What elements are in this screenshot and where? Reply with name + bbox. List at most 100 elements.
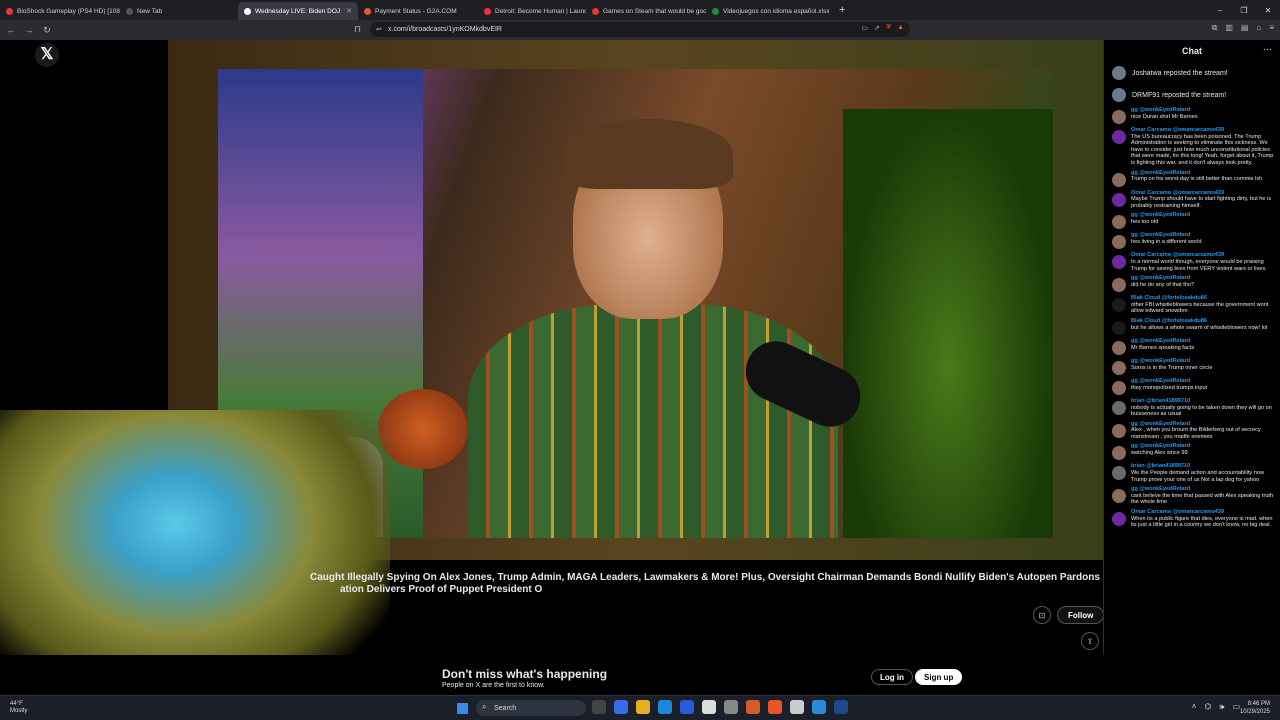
message-author[interactable]: gg @wonkEyedRetard: [1131, 358, 1212, 365]
extensions-icon[interactable]: ⧉: [1212, 23, 1218, 33]
browser-tab[interactable]: New Tab: [120, 2, 238, 20]
tab-favicon-icon: [6, 7, 13, 15]
avatar[interactable]: [1112, 88, 1126, 102]
message-author[interactable]: Omar Carcamo @omarcarcamo439: [1131, 252, 1276, 259]
message-author[interactable]: Omar Carcamo @omarcarcamo439: [1131, 127, 1276, 134]
browser-tab[interactable]: Videojuegos con idioma español.xlsx: [706, 2, 831, 20]
avatar[interactable]: [1112, 130, 1126, 144]
avatar[interactable]: [1112, 423, 1126, 438]
reload-icon[interactable]: ↻: [40, 25, 54, 36]
avatar[interactable]: [1112, 512, 1126, 527]
x-logo-icon[interactable]: 𝕏: [35, 43, 59, 67]
message-author[interactable]: gg @wonkEyedRetard: [1131, 212, 1190, 219]
message-body: gg @wonkEyedRetard Alex , when you brount…: [1131, 421, 1276, 441]
avatar[interactable]: [1112, 466, 1126, 481]
avatar[interactable]: [1112, 215, 1126, 230]
settings-icon[interactable]: [724, 700, 738, 714]
message-author[interactable]: gg @wonkEyedRetard: [1131, 275, 1194, 282]
message-author[interactable]: Omar Carcamo @omarcarcamo439: [1131, 190, 1276, 197]
calendar-icon[interactable]: [702, 700, 716, 714]
share-icon[interactable]: ⇗: [874, 24, 880, 32]
sidebar-icon[interactable]: ▥: [1225, 23, 1233, 33]
avatar[interactable]: [1112, 192, 1126, 207]
message-body: gg @wonkEyedRetard Mr Barnes speaking fac…: [1131, 338, 1194, 355]
chat-message: Omar Carcamo @omarcarcamo439 When its a p…: [1104, 508, 1280, 531]
forward-icon[interactable]: →: [22, 25, 36, 35]
avatar[interactable]: [1112, 380, 1126, 395]
steam-icon[interactable]: [834, 700, 848, 714]
message-text: Soros is in the Trump inner circle: [1131, 364, 1213, 371]
browser-tab[interactable]: Games on Steam that would be goo...: [586, 2, 706, 20]
message-author[interactable]: brian @brian41899710: [1131, 398, 1276, 405]
file-explorer-icon[interactable]: [636, 700, 650, 714]
avatar[interactable]: [1112, 110, 1126, 124]
avatar[interactable]: [1112, 320, 1126, 335]
message-author[interactable]: Blak Cloud @fortelosakdu86: [1131, 295, 1276, 302]
url-field[interactable]: ⇌ x.com/i/broadcasts/1ynKOMkdbvEIR ▭ ⇗ ⛨…: [370, 22, 910, 37]
browser-tab[interactable]: BioShock Gameplay (PS4 HD) [1080p...: [0, 2, 120, 20]
avatar[interactable]: [1112, 340, 1126, 355]
app-icon[interactable]: [746, 700, 760, 714]
avatar[interactable]: [1112, 446, 1126, 461]
task-view-icon[interactable]: [592, 700, 606, 714]
obs-icon[interactable]: [790, 700, 804, 714]
edge-icon[interactable]: [658, 700, 672, 714]
avatar[interactable]: [1112, 255, 1126, 270]
screen-icon[interactable]: ▭: [861, 24, 868, 32]
site-info-icon[interactable]: ⇌: [376, 25, 382, 33]
notifications-icon[interactable]: ⊡: [1033, 606, 1051, 624]
avatar[interactable]: [1112, 400, 1126, 415]
vpn-icon[interactable]: ⌂: [1256, 23, 1261, 33]
brave-icon[interactable]: [768, 700, 782, 714]
bookmark-icon[interactable]: ⊓: [354, 24, 361, 35]
message-author[interactable]: brian @brian41899710: [1131, 463, 1276, 470]
browser-tab[interactable]: Detroit: Become Human | Launch Tr...: [478, 2, 586, 20]
tab-label: Games on Steam that would be goo...: [603, 7, 706, 15]
menu-icon[interactable]: ≡: [1269, 23, 1274, 33]
login-button[interactable]: Log in: [871, 669, 913, 685]
weather-widget[interactable]: 44°F Mostly: [10, 701, 27, 715]
clock[interactable]: 8:46 PM 10/29/2025: [1240, 700, 1270, 716]
brave-shield-icon[interactable]: ⛨: [886, 24, 891, 32]
avatar[interactable]: [1112, 360, 1126, 375]
messenger-icon[interactable]: [812, 700, 826, 714]
more-icon[interactable]: ⋯: [1263, 44, 1272, 55]
message-author[interactable]: gg @wonkEyedRetard: [1131, 486, 1276, 493]
rewards-icon[interactable]: ▲: [897, 24, 904, 32]
avatar[interactable]: [1112, 235, 1126, 250]
follow-button[interactable]: Follow: [1057, 606, 1105, 624]
taskbar-search[interactable]: ⌕ Search: [476, 700, 586, 716]
message-author[interactable]: gg @wonkEyedRetard: [1131, 232, 1201, 239]
browser-tab[interactable]: Wednesday LIVE: Biden DOJ ✕: [238, 2, 358, 20]
message-author[interactable]: gg @wonkEyedRetard: [1131, 378, 1207, 385]
volume-icon[interactable]: 🕪: [1219, 702, 1224, 712]
avatar[interactable]: [1112, 298, 1126, 313]
avatar[interactable]: [1112, 172, 1126, 187]
minimize-icon[interactable]: –: [1208, 6, 1232, 15]
avatar[interactable]: [1112, 489, 1126, 504]
network-icon[interactable]: ⌬: [1204, 702, 1211, 712]
copilot-icon[interactable]: [614, 700, 628, 714]
close-window-icon[interactable]: ✕: [1256, 6, 1280, 15]
message-author[interactable]: Omar Carcamo @omarcarcamo439: [1131, 509, 1276, 516]
close-tab-icon[interactable]: ✕: [346, 7, 352, 15]
wallet-icon[interactable]: ▤: [1241, 23, 1249, 33]
avatar[interactable]: [1112, 278, 1126, 293]
message-author[interactable]: gg @wonkEyedRetard: [1131, 107, 1198, 114]
windows-start-icon[interactable]: [457, 703, 468, 714]
new-tab-button[interactable]: +: [831, 4, 853, 16]
share-upload-icon[interactable]: ⇪: [1081, 632, 1099, 650]
avatar[interactable]: [1112, 66, 1126, 80]
signup-button[interactable]: Sign up: [915, 669, 963, 685]
message-author[interactable]: gg @wonkEyedRetard: [1131, 338, 1194, 345]
battery-icon[interactable]: ▭: [1232, 702, 1240, 712]
message-author[interactable]: gg @wonkEyedRetard: [1131, 443, 1190, 450]
browser-tab[interactable]: Payment Status - G2A.COM: [358, 2, 478, 20]
back-icon[interactable]: ←: [4, 25, 18, 35]
store-icon[interactable]: [680, 700, 694, 714]
tray-expand-icon[interactable]: ˄: [1192, 702, 1197, 712]
restore-icon[interactable]: ❐: [1232, 6, 1256, 15]
message-author[interactable]: gg @wonkEyedRetard: [1131, 421, 1276, 428]
message-author[interactable]: Blak Cloud @fortelosakdu86: [1131, 318, 1267, 325]
message-author[interactable]: gg @wonkEyedRetard: [1131, 170, 1262, 177]
